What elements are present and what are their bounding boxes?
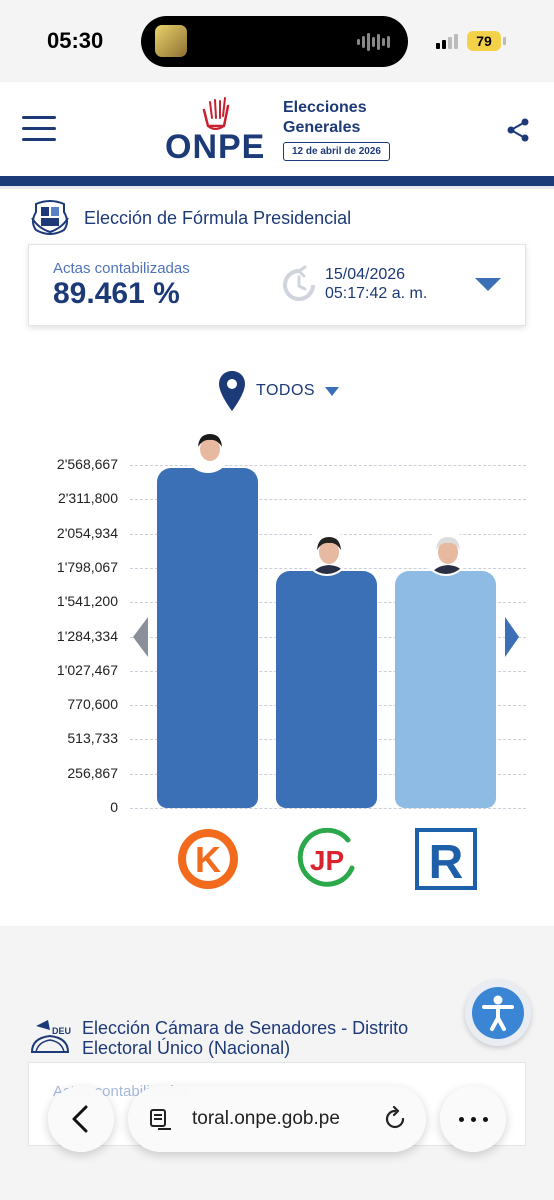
site-header: ONPE Elecciones Generales 12 de abril de… — [0, 82, 554, 176]
accessibility-icon — [482, 995, 514, 1031]
svg-text:JP: JP — [309, 845, 343, 876]
caret-down-icon — [325, 386, 340, 396]
reload-icon[interactable] — [382, 1106, 408, 1132]
clock-history-icon — [283, 265, 315, 301]
peru-crest-icon — [31, 200, 69, 235]
audio-wave-icon — [357, 32, 390, 52]
actas-card: Actas contabilizadas 89.461 % 15/04/2026… — [28, 244, 526, 326]
senate-chamber-icon: DEU — [30, 1020, 71, 1053]
battery-indicator: 79 — [467, 31, 501, 51]
gridline — [130, 465, 526, 466]
accessibility-icon-bg — [472, 987, 524, 1039]
party-logo-r: R — [414, 828, 477, 890]
event-title: Elecciones Generales — [283, 99, 367, 136]
result-bar[interactable] — [157, 468, 258, 808]
candidate-photo — [184, 427, 231, 473]
actas-value: 89.461 % — [53, 277, 180, 310]
section-presidential-header: Elección de Fórmula Presidencial — [28, 198, 351, 238]
url-bar[interactable]: toral.onpe.gob.pe — [128, 1086, 426, 1152]
now-playing-thumbnail — [155, 25, 187, 57]
share-icon[interactable] — [505, 117, 531, 143]
gridline — [130, 808, 526, 809]
svg-text:R: R — [428, 836, 463, 889]
update-timestamp: 15/04/2026 05:17:42 a. m. — [325, 265, 427, 303]
y-tick-label: 0 — [110, 799, 118, 815]
chevron-left-icon[interactable] — [133, 617, 148, 657]
battery-cap — [503, 37, 506, 45]
reader-mode-icon[interactable] — [148, 1106, 174, 1132]
result-bar[interactable] — [276, 570, 377, 808]
location-pin-icon — [219, 371, 245, 411]
more-options-button[interactable] — [440, 1086, 506, 1152]
actas-label: Actas contabilizadas — [53, 260, 190, 277]
dynamic-island[interactable] — [141, 16, 408, 67]
y-tick-label: 1'798,067 — [56, 558, 118, 575]
y-tick-label: 2'568,667 — [56, 456, 118, 472]
cellular-signal-icon — [436, 34, 458, 49]
hamburger-menu-icon[interactable] — [22, 114, 56, 142]
update-date: 15/04/2026 — [325, 266, 406, 283]
section-title: Elección de Fórmula Presidencial — [84, 207, 352, 228]
onpe-logo[interactable]: ONPE Elecciones Generales 12 de abril de… — [165, 94, 405, 172]
y-tick-label: 1'027,467 — [56, 661, 118, 678]
event-date: 12 de abril de 2026 — [283, 142, 390, 161]
result-bar[interactable] — [395, 570, 496, 808]
status-bar: 05:30 79 — [0, 0, 554, 82]
location-label: TODOS — [256, 382, 316, 399]
y-tick-label: 1'284,334 — [56, 627, 118, 644]
section-senate-header: DEU Elección Cámara de Senadores - Distr… — [28, 1018, 482, 1058]
accessibility-button[interactable] — [465, 980, 531, 1046]
browser-back-button[interactable] — [48, 1086, 114, 1152]
location-filter[interactable]: TODOS — [218, 370, 340, 412]
party-logo-jp: JP — [296, 827, 358, 890]
y-tick-label: 1'541,200 — [56, 593, 118, 610]
chevron-down-icon[interactable] — [475, 278, 501, 291]
results-bar-chart: 2'568,667 2'311,800 2'054,934 1'798,067 1'54… — [0, 420, 554, 910]
candidate-photo — [303, 529, 350, 576]
chevron-left-icon — [72, 1105, 88, 1133]
y-tick-label: 770,600 — [67, 696, 118, 713]
section2-title: Elección Cámara de Senadores - Distrito … — [82, 1018, 409, 1058]
party-logo-k: K — [177, 828, 239, 890]
candidate-photo — [422, 529, 469, 576]
deu-badge: DEU — [52, 1026, 71, 1036]
logo-wordmark: ONPE — [165, 128, 266, 166]
y-tick-label: 513,733 — [67, 730, 118, 747]
update-time: 05:17:42 a. m. — [325, 285, 428, 302]
y-tick-label: 2'054,934 — [56, 524, 118, 541]
header-stripe-shadow — [0, 186, 554, 189]
y-tick-label: 2'311,800 — [57, 490, 118, 507]
y-tick-label: 256,867 — [67, 764, 118, 781]
status-time: 05:30 — [47, 28, 104, 53]
header-stripe — [0, 176, 554, 186]
url-text: toral.onpe.gob.pe — [192, 1108, 340, 1129]
chevron-right-icon[interactable] — [505, 617, 519, 657]
svg-text:K: K — [195, 839, 221, 880]
